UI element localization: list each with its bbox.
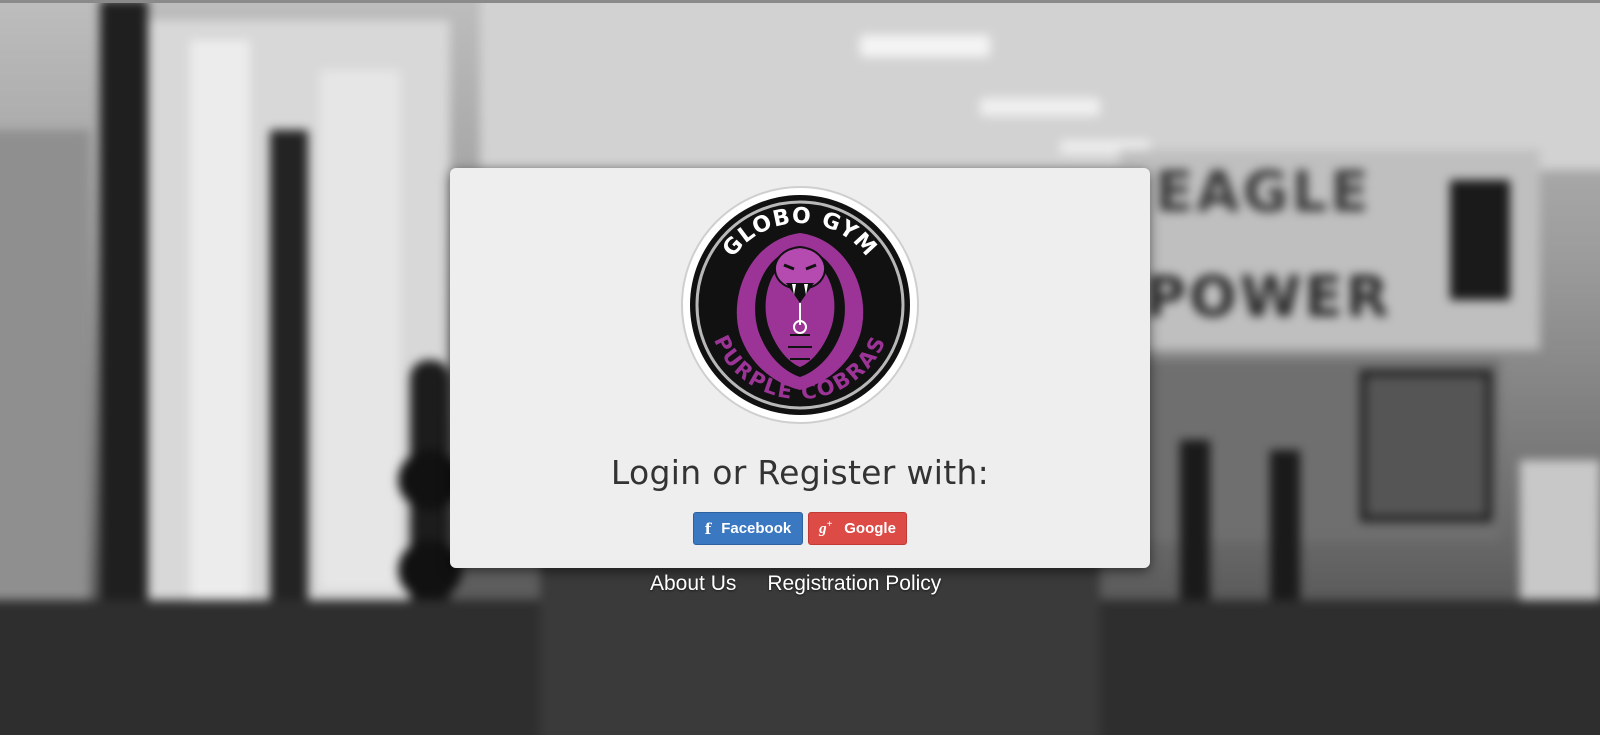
- facebook-login-button[interactable]: f Facebook: [693, 512, 803, 545]
- google-button-label: Google: [844, 520, 896, 537]
- google-icon-plus: +: [826, 519, 833, 530]
- facebook-button-label: Facebook: [721, 520, 792, 537]
- footer-links: About Us Registration Policy: [650, 572, 941, 596]
- google-login-button[interactable]: g+ Google: [808, 512, 907, 545]
- google-plus-icon: g+: [819, 519, 832, 538]
- wall-sign-power: POWER: [1145, 265, 1392, 330]
- facebook-icon: f: [704, 519, 712, 538]
- registration-policy-link[interactable]: Registration Policy: [767, 572, 941, 596]
- top-border: [0, 0, 1600, 3]
- social-login-buttons: f Facebook g+ Google: [450, 512, 1150, 545]
- wall-sign-eagle: EAGLE: [1155, 160, 1372, 225]
- globo-gym-logo: GLOBO GYM PURPLE COBRAS: [681, 186, 919, 424]
- about-us-link[interactable]: About Us: [650, 572, 736, 596]
- google-icon-letter: g: [819, 521, 827, 537]
- login-card: GLOBO GYM PURPLE COBRAS Login or Registe…: [450, 168, 1150, 568]
- login-heading: Login or Register with:: [610, 453, 990, 492]
